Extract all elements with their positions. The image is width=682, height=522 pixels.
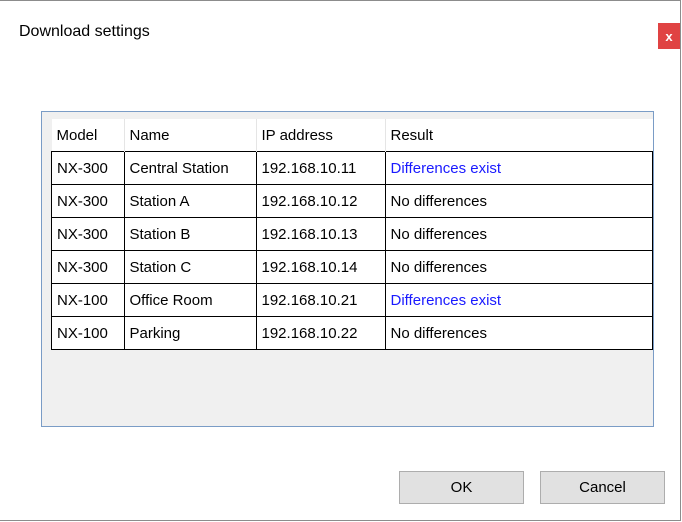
- table-row[interactable]: NX-300 Station A 192.168.10.12 No differ…: [51, 184, 653, 218]
- name-cell: Station C: [123, 250, 257, 284]
- model-cell: NX-300: [51, 184, 125, 218]
- result-cell: No differences: [384, 316, 653, 350]
- model-cell: NX-300: [51, 250, 125, 284]
- ip-address-cell: 192.168.10.12: [255, 184, 386, 218]
- name-cell: Central Station: [123, 151, 257, 185]
- column-header-name[interactable]: Name: [124, 119, 257, 152]
- column-header-result[interactable]: Result: [385, 119, 653, 152]
- cancel-button[interactable]: Cancel: [540, 471, 665, 504]
- ip-address-cell: 192.168.10.21: [255, 283, 386, 317]
- ip-address-cell: 192.168.10.22: [255, 316, 386, 350]
- model-cell: NX-100: [51, 283, 125, 317]
- table-row[interactable]: NX-300 Central Station 192.168.10.11 Dif…: [51, 151, 653, 185]
- close-icon: x: [665, 28, 673, 44]
- name-cell: Parking: [123, 316, 257, 350]
- download-settings-dialog: Download settings x Model Name IP addres…: [0, 0, 681, 521]
- result-cell: No differences: [384, 250, 653, 284]
- model-cell: NX-300: [51, 151, 125, 185]
- table-header-row: Model Name IP address Result: [51, 119, 653, 152]
- name-cell: Station B: [123, 217, 257, 251]
- table-row[interactable]: NX-300 Station B 192.168.10.13 No differ…: [51, 217, 653, 251]
- name-cell: Station A: [123, 184, 257, 218]
- dialog-title: Download settings: [19, 23, 150, 40]
- ip-address-cell: 192.168.10.13: [255, 217, 386, 251]
- model-cell: NX-100: [51, 316, 125, 350]
- result-cell: Differences exist: [384, 151, 653, 185]
- column-header-ip-address[interactable]: IP address: [256, 119, 386, 152]
- name-cell: Office Room: [123, 283, 257, 317]
- table-row[interactable]: NX-100 Office Room 192.168.10.21 Differe…: [51, 283, 653, 317]
- results-table: Model Name IP address Result NX-300 Cent…: [51, 119, 653, 350]
- ok-button[interactable]: OK: [399, 471, 524, 504]
- column-header-model[interactable]: Model: [51, 119, 125, 152]
- ip-address-cell: 192.168.10.14: [255, 250, 386, 284]
- model-cell: NX-300: [51, 217, 125, 251]
- result-cell: No differences: [384, 217, 653, 251]
- table-row[interactable]: NX-100 Parking 192.168.10.22 No differen…: [51, 316, 653, 350]
- ip-address-cell: 192.168.10.11: [255, 151, 386, 185]
- result-cell: Differences exist: [384, 283, 653, 317]
- table-row[interactable]: NX-300 Station C 192.168.10.14 No differ…: [51, 250, 653, 284]
- result-cell: No differences: [384, 184, 653, 218]
- results-grid[interactable]: Model Name IP address Result NX-300 Cent…: [41, 111, 654, 427]
- close-button[interactable]: x: [658, 23, 680, 49]
